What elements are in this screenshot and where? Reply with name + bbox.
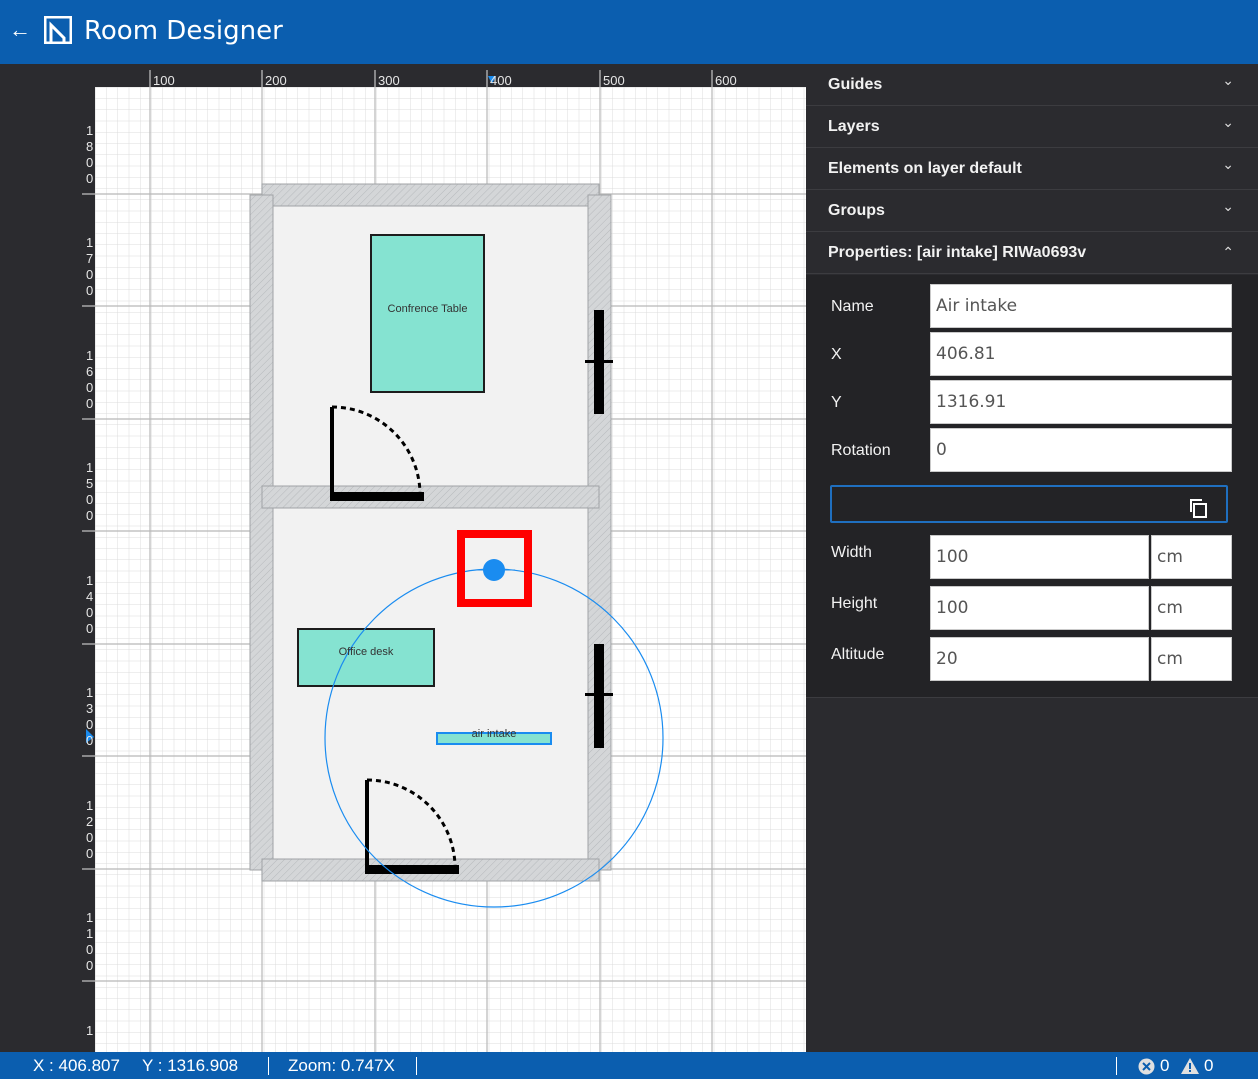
rotation-field[interactable]: 0 bbox=[930, 428, 1232, 472]
furniture-label: Office desk bbox=[338, 646, 394, 658]
width-field[interactable]: 100 bbox=[930, 535, 1149, 579]
error-icon bbox=[1138, 1058, 1155, 1075]
chevron-down-icon: ⌄ bbox=[1222, 72, 1234, 88]
chevron-up-icon: ⌃ bbox=[1222, 244, 1234, 260]
logo-icon bbox=[44, 16, 72, 44]
y-label: Y bbox=[831, 394, 842, 411]
altitude-label: Altitude bbox=[831, 646, 885, 663]
zoom-level: Zoom: 0.747X bbox=[288, 1056, 395, 1075]
cursor-y: Y : 1316.908 bbox=[142, 1056, 239, 1075]
ruler-top-label: 400 bbox=[490, 73, 512, 88]
ruler-top-label: 600 bbox=[715, 73, 737, 88]
ruler-top-label: 200 bbox=[265, 73, 287, 88]
ruler-top-label: 500 bbox=[603, 73, 625, 88]
cursor-x: X : 406.807 bbox=[33, 1056, 120, 1075]
section-properties[interactable]: Properties: [air intake] RIWa0693v ⌃ bbox=[806, 232, 1258, 274]
height-unit[interactable]: cm bbox=[1151, 586, 1232, 630]
width-unit[interactable]: cm bbox=[1151, 535, 1232, 579]
back-button[interactable]: ← bbox=[8, 14, 32, 46]
altitude-field[interactable]: 20 bbox=[930, 637, 1149, 681]
ruler-top-label: 300 bbox=[378, 73, 400, 88]
section-groups[interactable]: Groups ⌄ bbox=[806, 190, 1258, 232]
y-field[interactable]: 1316.91 bbox=[930, 380, 1232, 424]
rotation-label: Rotation bbox=[831, 442, 891, 459]
x-field[interactable]: 406.81 bbox=[930, 332, 1232, 376]
divider bbox=[416, 1057, 417, 1075]
chevron-down-icon: ⌄ bbox=[1222, 156, 1234, 172]
left-ruler: 1800 1700 1600 1500 1400 1300 1200 1100 … bbox=[0, 87, 95, 1052]
furniture-label: air intake bbox=[471, 728, 517, 740]
error-count[interactable]: 0 bbox=[1160, 1052, 1169, 1079]
ruler-top-label: 100 bbox=[153, 73, 175, 88]
divider bbox=[1116, 1057, 1117, 1075]
copy-icon[interactable] bbox=[1188, 498, 1208, 518]
name-label: Name bbox=[831, 298, 874, 315]
name-field[interactable]: Air intake bbox=[930, 284, 1232, 328]
altitude-unit[interactable]: cm bbox=[1151, 637, 1232, 681]
rotation-handle[interactable] bbox=[483, 559, 505, 581]
section-elements[interactable]: Elements on layer default ⌄ bbox=[806, 148, 1258, 190]
status-bar: X : 406.807 Y : 1316.908 Zoom: 0.747X 0 … bbox=[0, 1052, 1258, 1079]
chevron-down-icon: ⌄ bbox=[1222, 198, 1234, 214]
height-label: Height bbox=[831, 595, 878, 612]
furniture-label: Confrence Table bbox=[387, 303, 468, 315]
divider bbox=[268, 1057, 269, 1075]
section-guides[interactable]: Guides ⌄ bbox=[806, 64, 1258, 106]
properties-form: Name Air intake X 406.81 Y 1316.91 Rotat… bbox=[806, 275, 1258, 698]
floor-plan-canvas[interactable]: Confrence Table Office desk air intake bbox=[95, 87, 806, 1052]
height-field[interactable]: 100 bbox=[930, 586, 1149, 630]
top-ruler: 100 200 300 400 500 600 bbox=[95, 64, 806, 88]
app-title: Room Designer bbox=[84, 16, 283, 46]
width-label: Width bbox=[831, 544, 872, 561]
section-layers[interactable]: Layers ⌄ bbox=[806, 106, 1258, 148]
x-label: X bbox=[831, 346, 842, 363]
warning-icon bbox=[1181, 1058, 1199, 1074]
color-field[interactable] bbox=[830, 485, 1228, 523]
app-header: ← Room Designer bbox=[0, 0, 1258, 64]
properties-panel: Guides ⌄ Layers ⌄ Elements on layer defa… bbox=[806, 64, 1258, 1052]
warning-count[interactable]: 0 bbox=[1204, 1052, 1213, 1079]
chevron-down-icon: ⌄ bbox=[1222, 114, 1234, 130]
back-arrow-icon: ← bbox=[9, 17, 31, 42]
